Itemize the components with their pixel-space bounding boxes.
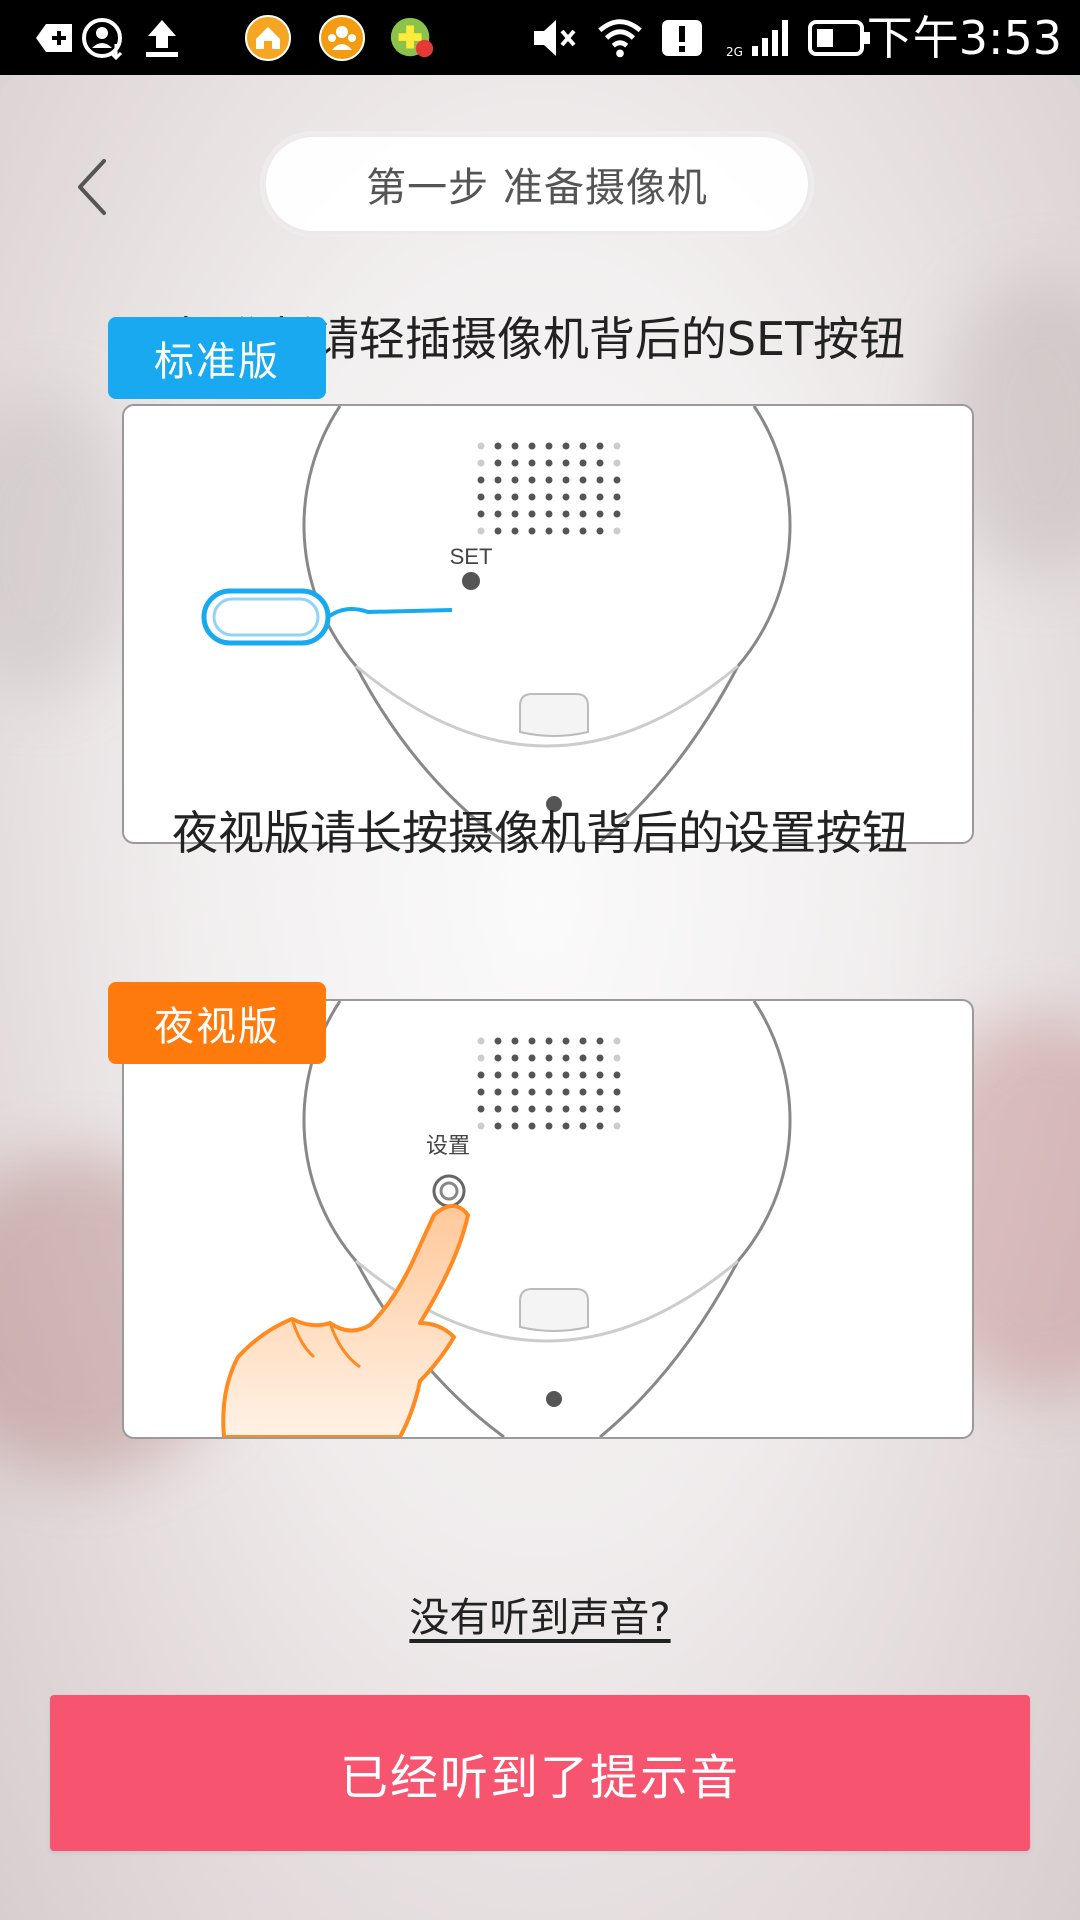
speaker-grille — [477, 1037, 621, 1130]
contact-sync-icon — [80, 14, 128, 62]
clock: 下午3:53 — [866, 11, 1062, 65]
standard-version-badge: 标准版 — [108, 317, 326, 399]
settings-button-label: 设置 — [426, 1134, 470, 1159]
wifi-icon — [596, 14, 644, 62]
heard-prompt-button[interactable]: 已经听到了提示音 — [50, 1695, 1030, 1851]
alert-icon — [660, 14, 708, 62]
standard-camera-illustration: SET — [122, 404, 974, 844]
no-sound-help-link[interactable]: 没有听到声音? — [0, 1585, 1080, 1643]
night-version-badge: 夜视版 — [108, 982, 326, 1064]
set-button-label: SET — [450, 544, 493, 569]
camera-back-outline — [302, 406, 792, 842]
no-sound-help-text[interactable]: 没有听到声音? — [409, 1595, 670, 1641]
people-app-icon — [318, 14, 366, 62]
speaker-grille — [477, 442, 621, 535]
add-icon — [30, 14, 78, 62]
night-instruction: 夜视版请长按摄像机背后的设置按钮 — [172, 806, 908, 860]
night-camera-illustration: 设置 — [122, 999, 974, 1439]
set-button — [462, 572, 480, 590]
upload-icon — [138, 14, 186, 62]
camera-setup-screen: 第一步 准备摄像机 标准版请轻插摄像机背后的SET按钮 SET 标准版 夜视版请… — [0, 75, 1080, 1920]
back-button[interactable] — [62, 147, 122, 227]
battery-icon — [808, 14, 872, 62]
chevron-left-icon — [78, 159, 106, 215]
mute-icon — [530, 14, 578, 62]
page-title: 第一步 准备摄像机 — [266, 137, 808, 231]
network-label: 2G — [726, 45, 743, 59]
pressing-hand-icon — [221, 1204, 470, 1437]
signal-icon: 2G — [722, 14, 792, 62]
home-app-icon — [244, 14, 292, 62]
status-bar: 2G 下午3:53 — [0, 0, 1080, 75]
sim-pin-tool — [201, 588, 453, 646]
plus-app-icon — [388, 14, 436, 62]
